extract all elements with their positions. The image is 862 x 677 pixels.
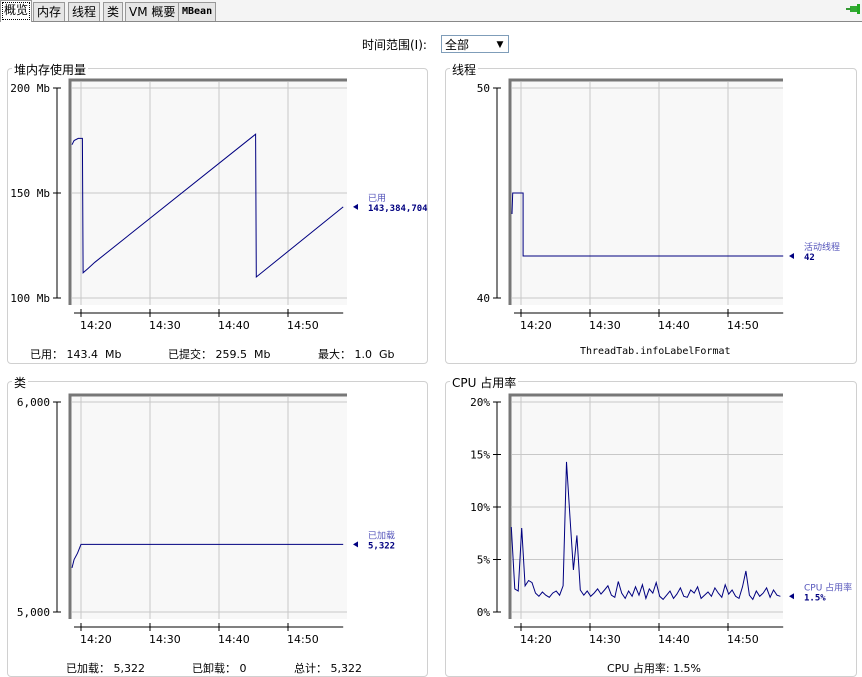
- heap-xtick-label: 14:50: [287, 319, 319, 332]
- heap-chart: 14:20 14:30 14:40 14:50 200 Mb 150 Mb 100 Mb 已用…: [10, 78, 428, 332]
- classes-ytick-label: 5,000: [17, 606, 50, 619]
- threads-ytick-label: 50: [477, 82, 490, 95]
- heap-legend-name: 已用: [368, 193, 386, 204]
- classes-xtick-label: 14:30: [149, 633, 181, 646]
- classes-xtick-label: 14:50: [287, 633, 319, 646]
- classes-xtick-label: 14:20: [80, 633, 112, 646]
- threads-legend-name: 活动线程: [804, 241, 840, 253]
- classes-plot-area: [70, 395, 347, 619]
- classes-legend-value: 5,322: [368, 541, 395, 551]
- classes-xtick-label: 14:40: [218, 633, 250, 646]
- heap-ytick-label: 150 Mb: [10, 187, 50, 200]
- heap-xtick-label: 14:20: [80, 319, 112, 332]
- classes-chart: 14:20 14:30 14:40 14:50 6,000 5,000 已加载5,322: [17, 393, 395, 646]
- threads-legend-marker: [789, 253, 794, 259]
- threads-legend-value: 42: [804, 253, 815, 263]
- classes-ytick-label: 6,000: [17, 396, 50, 409]
- heap-legend-marker: [353, 203, 358, 210]
- threads-xtick-label: 14:50: [727, 319, 759, 332]
- cpu-ytick-label: 10%: [470, 501, 490, 514]
- cpu-chart: 14:20 14:30 14:40 14:50 20% 15% 10% 5% 0% CPU 占用率…: [470, 393, 852, 646]
- cpu-xtick-label: 14:30: [589, 633, 621, 646]
- cpu-legend-marker: [789, 593, 794, 600]
- threads-chart: 14:20 14:30 14:40 14:50 50 40 活动线程42: [477, 78, 840, 332]
- heap-legend-value: 143,384,704: [368, 204, 428, 214]
- threads-ytick-label: 40: [477, 292, 490, 305]
- classes-legend-marker: [353, 541, 358, 548]
- threads-xtick-label: 14:40: [658, 319, 690, 332]
- threads-xtick-label: 14:30: [589, 319, 621, 332]
- threads-plot-area: [510, 80, 783, 305]
- cpu-ytick-label: 15%: [470, 449, 490, 462]
- charts-layer: 14:20 14:30 14:40 14:50 200 Mb 150 Mb 100 Mb 已用…: [10, 78, 852, 646]
- threads-xtick-label: 14:20: [520, 319, 552, 332]
- cpu-legend-name: CPU 占用率: [804, 581, 852, 593]
- cpu-xtick-label: 14:20: [520, 633, 552, 646]
- classes-legend-name: 已加载: [368, 529, 395, 541]
- cpu-xtick-label: 14:50: [727, 633, 759, 646]
- cpu-ytick-label: 0%: [477, 606, 491, 619]
- heap-ytick-label: 100 Mb: [10, 292, 50, 305]
- heap-ytick-label: 200 Mb: [10, 82, 50, 95]
- cpu-legend-value: 1.5%: [804, 593, 826, 603]
- cpu-xtick-label: 14:40: [658, 633, 690, 646]
- cpu-ytick-label: 5%: [477, 554, 491, 567]
- heap-xtick-label: 14:40: [218, 319, 250, 332]
- heap-xtick-label: 14:30: [149, 319, 181, 332]
- cpu-ytick-label: 20%: [470, 396, 490, 409]
